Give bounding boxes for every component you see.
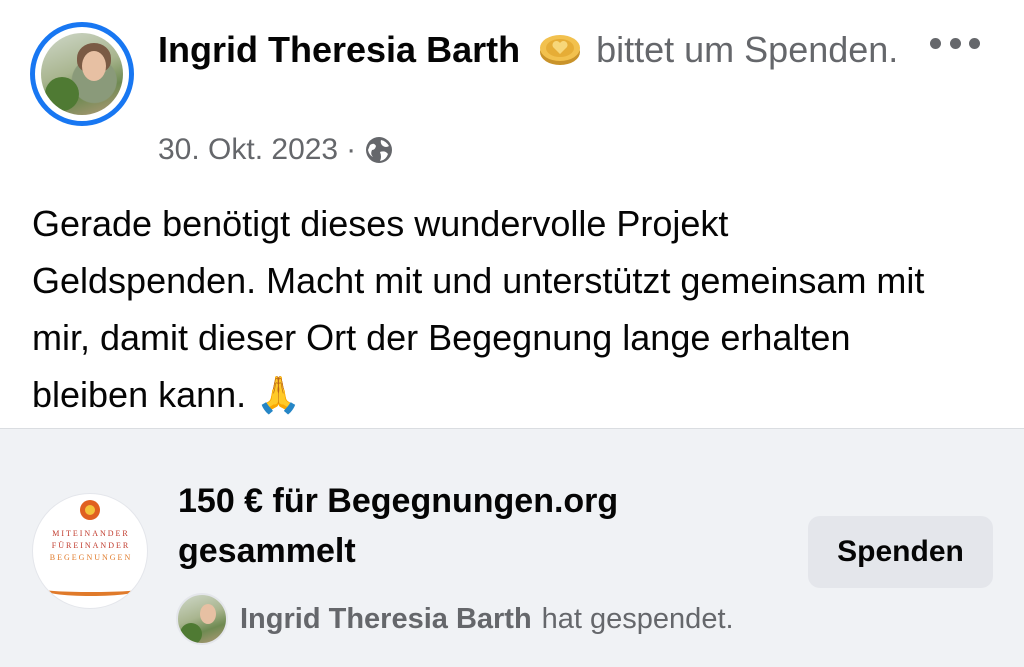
donor-row: Ingrid Theresia Barth hat gespendet. [176, 592, 734, 646]
post-header: Ingrid Theresia Barth bittet um Spenden. [158, 26, 918, 73]
more-dot-icon [969, 37, 980, 49]
post-meta: 30. Okt. 2023 · [158, 133, 394, 167]
meta-separator: · [346, 133, 357, 166]
logo-line-1: MITEINANDER [52, 529, 130, 538]
author-photo [41, 33, 123, 115]
post-body: Gerade benötigt dieses wundervolle Proje… [32, 195, 932, 423]
donation-coin-icon [540, 35, 581, 65]
donate-button[interactable]: Spenden [808, 516, 993, 588]
praying-hands-emoji: 🙏 [256, 374, 302, 415]
post-action-text: bittet um Spenden. [596, 29, 899, 70]
fundraiser-logo[interactable]: MITEINANDER FÜREINANDER BEGEGNUNGEN [32, 493, 148, 609]
donor-avatar[interactable] [176, 593, 228, 645]
donor-action: hat gespendet. [541, 602, 734, 635]
post-text: Gerade benötigt dieses wundervolle Proje… [32, 203, 925, 415]
donor-name[interactable]: Ingrid Theresia Barth [240, 603, 532, 636]
author-avatar[interactable] [30, 22, 134, 126]
logo-line-2: FÜREINANDER [51, 541, 131, 550]
post-date[interactable]: 30. Okt. 2023 [158, 133, 338, 167]
more-dot-icon [949, 37, 961, 49]
logo-line-3: BEGEGNUNGEN [49, 553, 133, 562]
fundraiser-title[interactable]: 150 € für Begegnungen.org gesammelt [178, 476, 758, 576]
fundraiser-post: Ingrid Theresia Barth bittet um Spenden.… [0, 0, 1024, 667]
author-name[interactable]: Ingrid Theresia Barth [158, 29, 520, 70]
globe-icon[interactable] [364, 135, 394, 165]
more-dot-icon [930, 37, 941, 49]
more-options-button[interactable] [930, 30, 980, 56]
